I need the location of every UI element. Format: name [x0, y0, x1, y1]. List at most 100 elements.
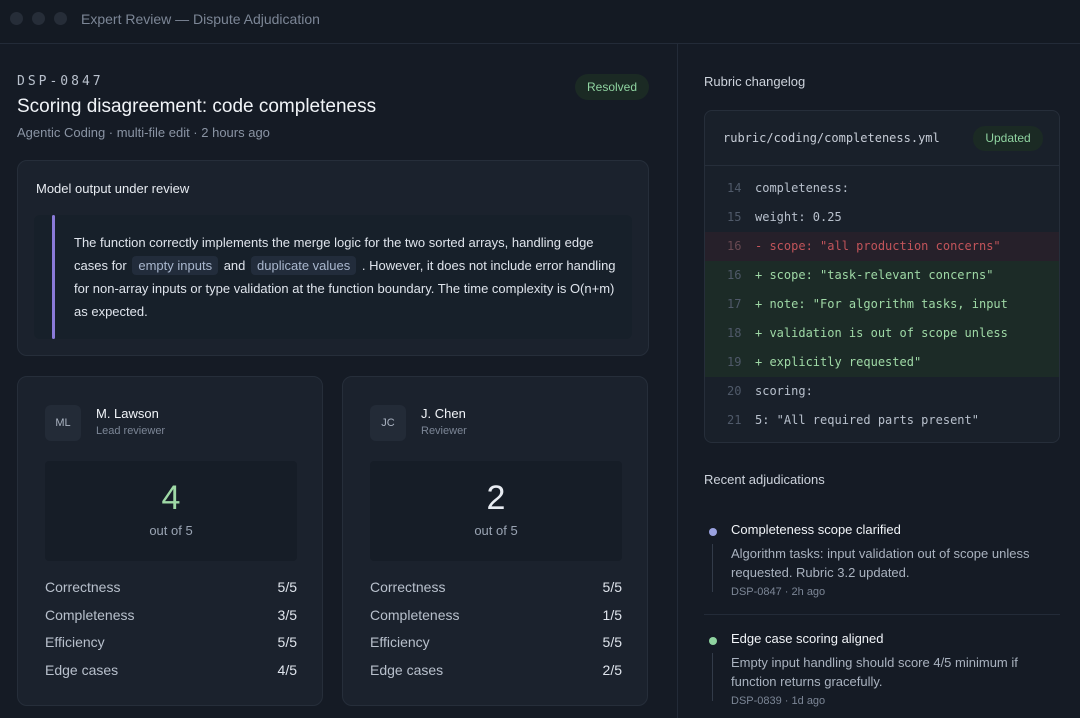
- criterion-row: Edge cases 2/5: [370, 662, 622, 678]
- criterion-score: 5/5: [277, 634, 297, 650]
- criterion-score: 4/5: [277, 662, 297, 678]
- status-badge: Resolved: [575, 74, 649, 100]
- rubric-file-path[interactable]: rubric/coding/completeness.yml: [723, 131, 940, 145]
- list-divider: [704, 614, 1060, 615]
- code-chip: empty inputs: [132, 256, 219, 275]
- line-number: 21: [727, 413, 742, 427]
- criterion-score: 2/5: [602, 662, 622, 678]
- criterion-label: Completeness: [370, 607, 460, 623]
- avatar: ML: [45, 405, 81, 441]
- criterion-label: Efficiency: [370, 634, 430, 650]
- model-output-heading: Model output under review: [36, 181, 190, 196]
- dispute-subtitle: Agentic Coding · multi-file edit · 2 hou…: [17, 125, 270, 140]
- line-content: + explicitly requested": [755, 355, 922, 369]
- output-text-part: and: [223, 258, 246, 273]
- diff-line-add: 16 + scope: "task-relevant concerns": [705, 261, 1059, 290]
- criterion-row: Efficiency 5/5: [45, 634, 297, 650]
- model-output-card: Model output under review The function c…: [17, 160, 649, 356]
- avatar: JC: [370, 405, 406, 441]
- adjudication-item[interactable]: Edge case scoring aligned Empty input ha…: [704, 631, 1060, 711]
- line-content: - scope: "all production concerns": [755, 239, 1001, 253]
- criterion-score: 5/5: [602, 634, 622, 650]
- criterion-score: 3/5: [277, 607, 297, 623]
- criterion-label: Completeness: [45, 607, 135, 623]
- line-content: completeness:: [755, 181, 849, 195]
- reviewer-role: Lead reviewer: [96, 425, 166, 437]
- line-number: 18: [727, 326, 742, 340]
- criterion-label: Correctness: [370, 579, 446, 595]
- diff-line-ctx: 14 completeness:: [705, 174, 1059, 203]
- criterion-row: Completeness 1/5: [370, 607, 622, 623]
- window-maximize-button[interactable]: [54, 12, 67, 25]
- overall-score: 2: [486, 479, 506, 517]
- line-content: + scope: "task-relevant concerns": [755, 268, 994, 282]
- criterion-label: Efficiency: [45, 634, 105, 650]
- criterion-row: Completeness 3/5: [45, 607, 297, 623]
- rubric-diff-card: rubric/coding/completeness.yml Updated 1…: [704, 110, 1060, 443]
- line-content: 5: "All required parts present": [755, 413, 979, 427]
- adjudication-description: Empty input handling should score 4/5 mi…: [731, 655, 1018, 689]
- line-content: + note: "For algorithm tasks, input: [755, 297, 1008, 311]
- diff-line-add: 18 + validation is out of scope unless: [705, 319, 1059, 348]
- adjudication-meta: DSP-0847 · 2h ago: [731, 586, 826, 598]
- criterion-row: Correctness 5/5: [45, 579, 297, 595]
- reviewer-name: M. Lawson: [96, 406, 159, 421]
- criterion-row: Correctness 5/5: [370, 579, 622, 595]
- line-content: + validation is out of scope unless: [755, 326, 1008, 340]
- line-number: 20: [727, 384, 742, 398]
- page-title: Scoring disagreement: code completeness: [17, 96, 377, 117]
- line-content: scoring:: [755, 384, 813, 398]
- reviewer-card: JC J. Chen Reviewer 2 out of 5 Correctne…: [342, 376, 648, 706]
- overall-score: 4: [161, 479, 181, 517]
- dispute-id: DSP-0847: [17, 74, 104, 89]
- diff-line-add: 19 + explicitly requested": [705, 348, 1059, 377]
- quote-accent-bar: [52, 215, 55, 339]
- code-chip: duplicate values: [251, 256, 357, 275]
- diff-line-del: 16 - scope: "all production concerns": [705, 232, 1059, 261]
- adjudication-meta: DSP-0839 · 1d ago: [731, 695, 826, 707]
- model-output-text: The function correctly implements the me…: [74, 231, 622, 323]
- diff-line-add: 17 + note: "For algorithm tasks, input: [705, 290, 1059, 319]
- reviewer-role: Reviewer: [421, 425, 467, 437]
- timeline-line: [712, 653, 713, 701]
- criterion-score: 5/5: [277, 579, 297, 595]
- reviewer-card: ML M. Lawson Lead reviewer 4 out of 5 Co…: [17, 376, 323, 706]
- score-scale: out of 5: [474, 523, 518, 538]
- timeline-dot: [709, 637, 717, 645]
- line-number: 15: [727, 210, 742, 224]
- criterion-label: Edge cases: [370, 662, 444, 678]
- criterion-row: Efficiency 5/5: [370, 634, 622, 650]
- timeline-line: [712, 544, 713, 592]
- model-output-quote: The function correctly implements the me…: [34, 215, 632, 339]
- line-number: 14: [727, 181, 742, 195]
- line-number: 17: [727, 297, 742, 311]
- timeline-dot: [709, 528, 717, 536]
- updated-badge: Updated: [973, 126, 1043, 151]
- criterion-label: Correctness: [45, 579, 121, 595]
- line-number: 16: [727, 268, 742, 282]
- diff-header: rubric/coding/completeness.yml Updated: [705, 111, 1059, 166]
- criterion-score: 1/5: [602, 607, 622, 623]
- score-scale: out of 5: [149, 523, 193, 538]
- window-title: Expert Review — Dispute Adjudication: [81, 11, 320, 27]
- criterion-label: Edge cases: [45, 662, 119, 678]
- diff-line-ctx: 15 weight: 0.25: [705, 203, 1059, 232]
- recent-adjudications-heading: Recent adjudications: [704, 472, 825, 487]
- adjudication-title: Edge case scoring aligned: [731, 631, 884, 646]
- title-bar: Expert Review — Dispute Adjudication: [0, 0, 1080, 44]
- line-content: weight: 0.25: [755, 210, 842, 224]
- diff-line-ctx: 21 5: "All required parts present": [705, 406, 1059, 435]
- adjudication-description: Algorithm tasks: input validation out of…: [731, 546, 1030, 580]
- rubric-changelog-heading: Rubric changelog: [704, 74, 806, 89]
- window-minimize-button[interactable]: [32, 12, 45, 25]
- reviewer-name: J. Chen: [421, 406, 466, 421]
- adjudication-title: Completeness scope clarified: [731, 522, 901, 537]
- score-box: 4 out of 5: [45, 461, 297, 561]
- window-close-button[interactable]: [10, 12, 23, 25]
- adjudication-item[interactable]: Completeness scope clarified Algorithm t…: [704, 522, 1060, 602]
- criterion-row: Edge cases 4/5: [45, 662, 297, 678]
- line-number: 16: [727, 239, 742, 253]
- criterion-score: 5/5: [602, 579, 622, 595]
- diff-line-ctx: 20 scoring:: [705, 377, 1059, 406]
- line-number: 19: [727, 355, 742, 369]
